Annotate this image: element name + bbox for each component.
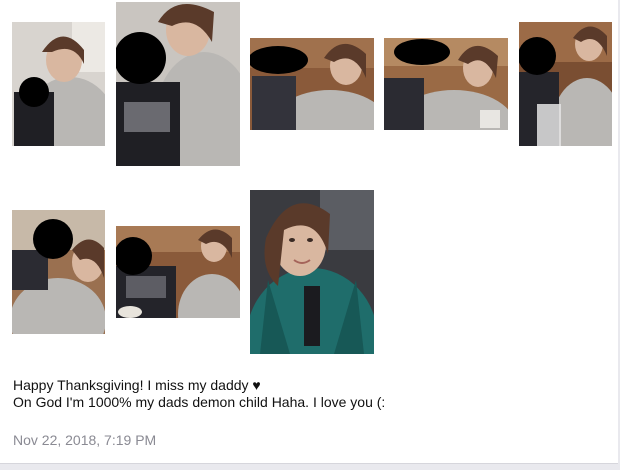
photo-thumbnail-5[interactable] [519, 22, 612, 146]
photo-thumbnail-2[interactable] [116, 2, 240, 166]
caption-line-2: On God I'm 1000% my dads demon child Hah… [13, 394, 386, 410]
photo-thumbnail-6[interactable] [12, 210, 105, 334]
photo-thumbnail-7[interactable] [116, 226, 240, 318]
photo-thumbnail-1[interactable] [12, 22, 105, 146]
post-card: Happy Thanksgiving! I miss my daddy ♥ On… [0, 0, 618, 464]
photo-thumbnail-4[interactable] [384, 38, 508, 130]
post-timestamp: Nov 22, 2018, 7:19 PM [13, 432, 157, 448]
caption-line-1: Happy Thanksgiving! I miss my daddy ♥ [13, 377, 261, 393]
post-caption: Happy Thanksgiving! I miss my daddy ♥ On… [13, 377, 385, 411]
photo-thumbnail-3[interactable] [250, 38, 374, 130]
photo-thumbnail-8[interactable] [250, 190, 374, 354]
